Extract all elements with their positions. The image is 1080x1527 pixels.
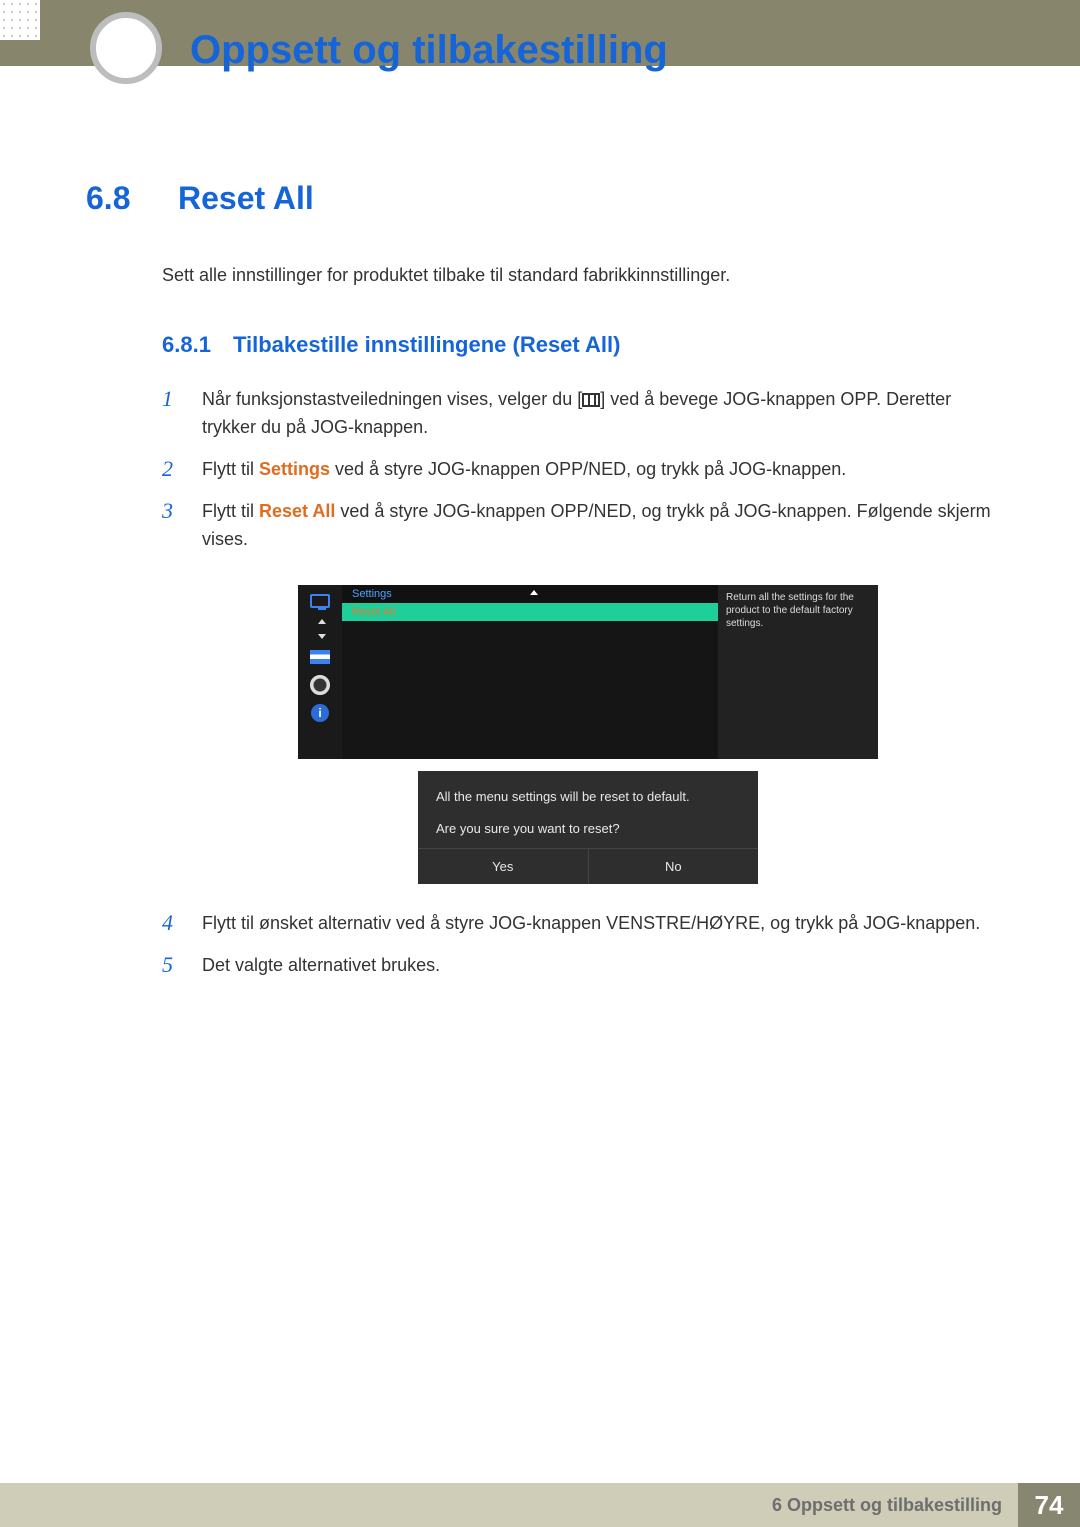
osd-selected-item: Reset All — [342, 603, 718, 621]
page-content: 6.8 Reset All Sett alle innstillinger fo… — [86, 180, 994, 994]
page-footer: 6 Oppsett og tilbakestilling 74 — [0, 1483, 1080, 1527]
info-icon: i — [308, 703, 332, 723]
osd-figure-row: i Settings Reset All Return all the sett… — [162, 567, 994, 896]
osd-window: i Settings Reset All Return all the sett… — [298, 585, 878, 759]
step-number: 1 — [162, 386, 184, 442]
dialog-body: All the menu settings will be reset to d… — [418, 771, 758, 848]
menu-icon — [582, 393, 600, 407]
osd-main: Settings Reset All — [342, 585, 718, 759]
section-heading: 6.8 Reset All — [86, 180, 994, 217]
step-list: 1 Når funksjonstastveiledningen vises, v… — [162, 386, 994, 980]
footer-chapter-label: 6 Oppsett og tilbakestilling — [756, 1483, 1018, 1527]
subsection-number: 6.8.1 — [162, 332, 211, 358]
chapter-badge-icon — [90, 12, 162, 84]
subsection-heading: 6.8.1 Tilbakestille innstillingene (Rese… — [162, 332, 994, 358]
step-text: Når funksjonstastveiledningen vises, vel… — [202, 386, 994, 442]
osd-screenshot: i Settings Reset All Return all the sett… — [298, 585, 878, 759]
step-4: 4 Flytt til ønsket alternativ ved å styr… — [162, 910, 994, 938]
section-title: Reset All — [178, 180, 314, 217]
figures: i Settings Reset All Return all the sett… — [202, 567, 878, 896]
osd-breadcrumb-text: Settings — [352, 588, 392, 600]
osd-sidebar: i — [298, 585, 342, 759]
subsection-title: Tilbakestille innstillingene (Reset All) — [233, 332, 621, 358]
step-text: Flytt til Reset All ved å styre JOG-knap… — [202, 498, 994, 554]
step-1: 1 Når funksjonstastveiledningen vises, v… — [162, 386, 994, 442]
monitor-icon — [308, 591, 332, 611]
step-number: 4 — [162, 910, 184, 938]
chapter-title: Oppsett og tilbakestilling — [190, 28, 668, 73]
section-intro: Sett alle innstillinger for produktet ti… — [162, 265, 994, 286]
dialog-yes-button[interactable]: Yes — [418, 849, 588, 884]
highlight-settings: Settings — [259, 459, 330, 479]
step-fragment: Flytt til — [202, 459, 259, 479]
step-number: 3 — [162, 498, 184, 554]
step-text: Det valgte alternativet brukes. — [202, 952, 440, 980]
section-number: 6.8 — [86, 180, 144, 217]
gear-icon — [308, 675, 332, 695]
dialog-question: Are you sure you want to reset? — [436, 819, 740, 839]
step-3: 3 Flytt til Reset All ved å styre JOG-kn… — [162, 498, 994, 554]
size-arrows-icon — [308, 619, 332, 639]
dialog-no-button[interactable]: No — [588, 849, 759, 884]
step-number: 2 — [162, 456, 184, 484]
step-text: Flytt til Settings ved å styre JOG-knapp… — [202, 456, 846, 484]
step-fragment: ved å styre JOG-knappen OPP/NED, og tryk… — [330, 459, 846, 479]
dialog-message: All the menu settings will be reset to d… — [436, 787, 740, 807]
footer-page-number: 74 — [1018, 1483, 1080, 1527]
osd-empty-area — [342, 621, 718, 759]
step-number-spacer — [162, 567, 184, 896]
highlight-reset-all: Reset All — [259, 501, 335, 521]
step-5: 5 Det valgte alternativet brukes. — [162, 952, 994, 980]
confirm-dialog: All the menu settings will be reset to d… — [418, 771, 758, 884]
list-icon — [308, 647, 332, 667]
corner-dot-pattern — [0, 0, 40, 40]
step-text: Flytt til ønsket alternativ ved å styre … — [202, 910, 980, 938]
step-2: 2 Flytt til Settings ved å styre JOG-kna… — [162, 456, 994, 484]
step-fragment: Flytt til — [202, 501, 259, 521]
caret-up-icon — [530, 590, 538, 595]
step-fragment: Når funksjonstastveiledningen vises, vel… — [202, 389, 582, 409]
dialog-buttons: Yes No — [418, 848, 758, 884]
step-number: 5 — [162, 952, 184, 980]
osd-breadcrumb: Settings — [342, 585, 718, 603]
osd-help-panel: Return all the settings for the product … — [718, 585, 878, 759]
